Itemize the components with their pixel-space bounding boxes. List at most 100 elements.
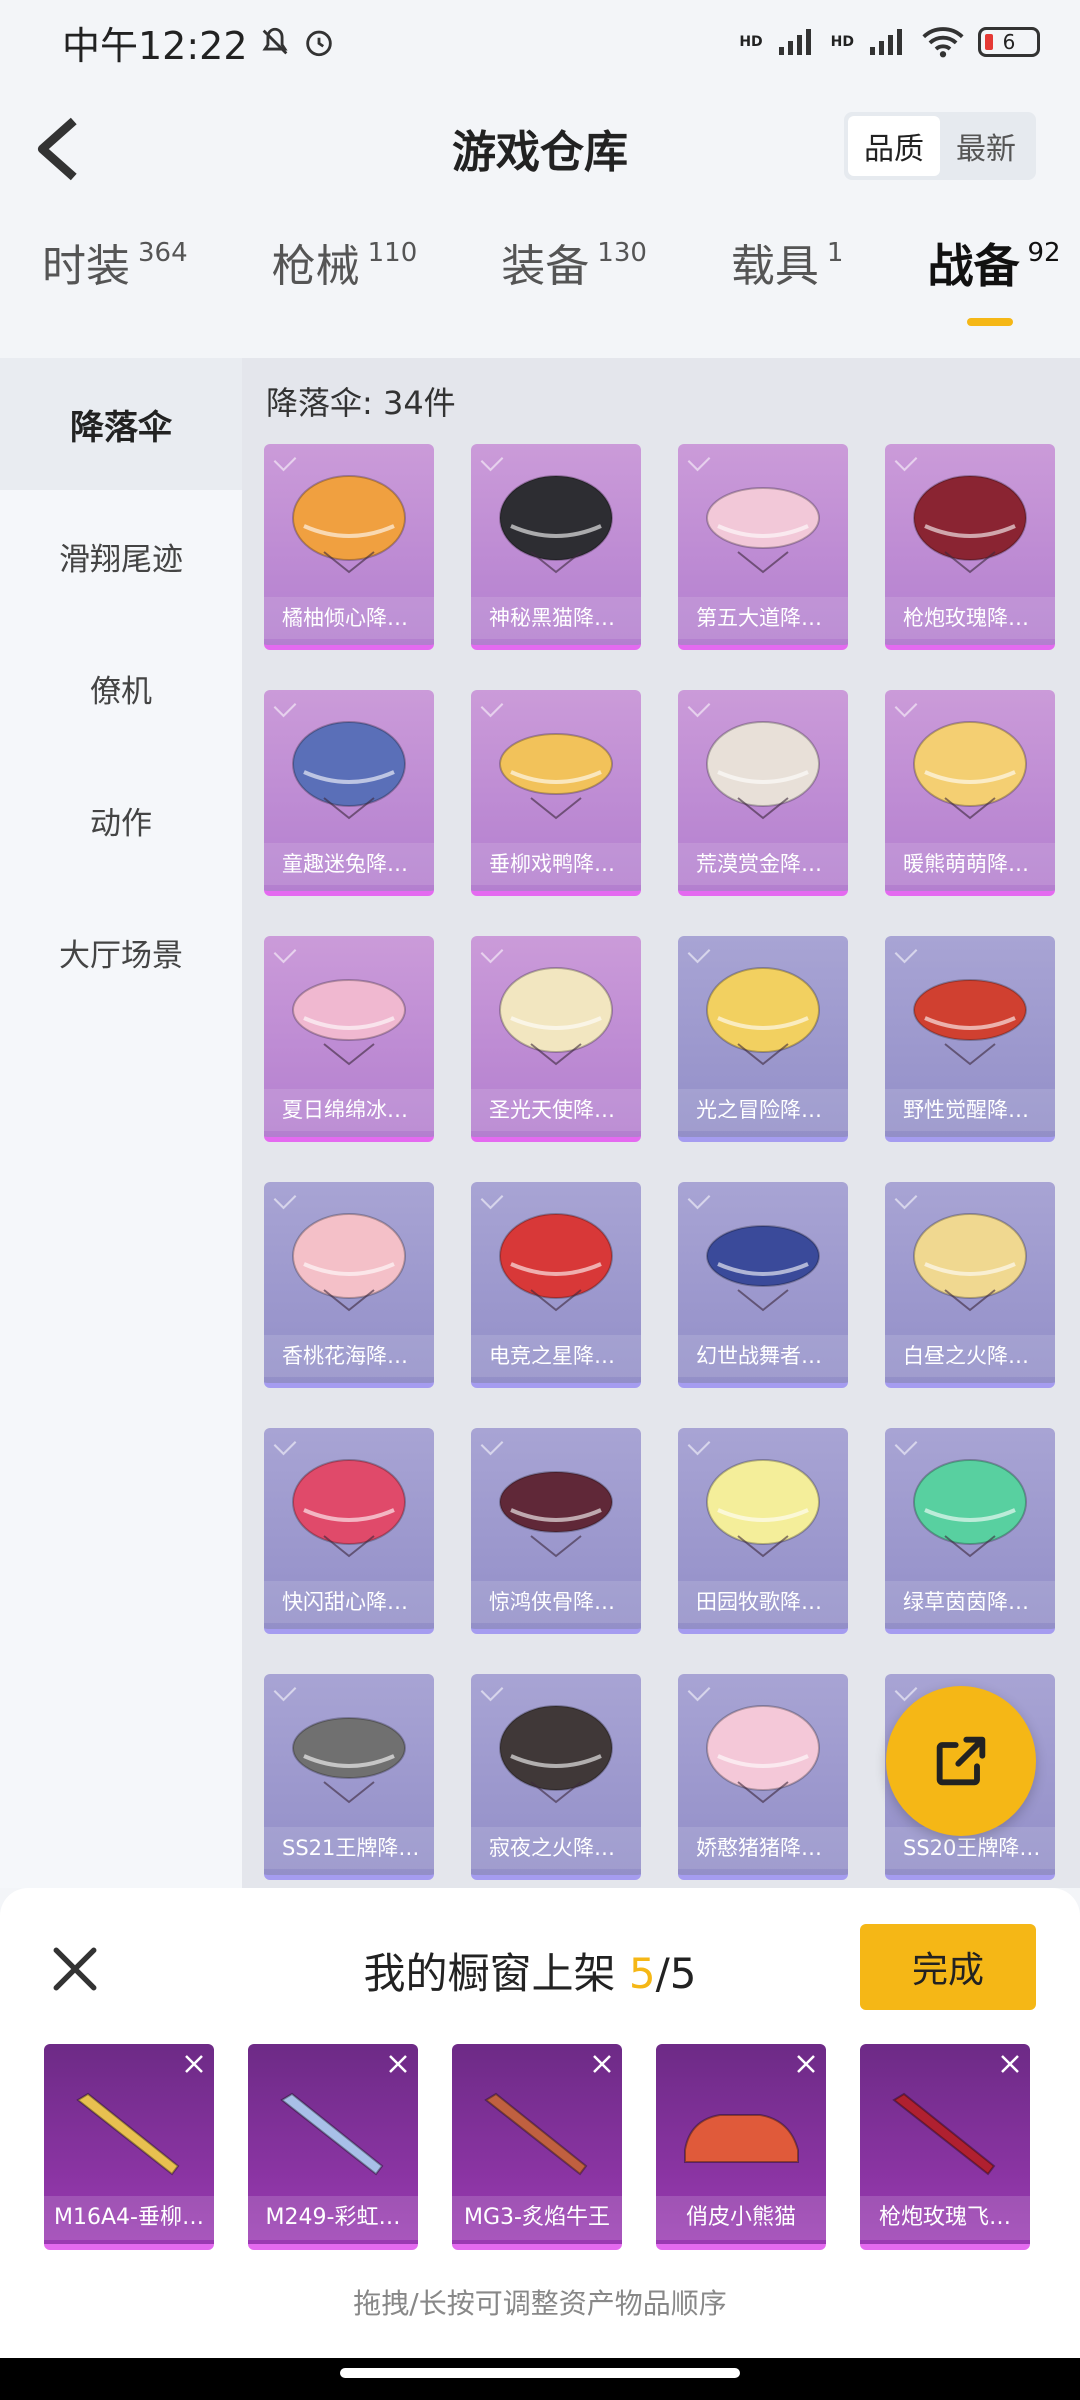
item-count-heading: 降落伞: 34件 <box>266 384 456 422</box>
vehicle-icon <box>684 2114 799 2163</box>
battery-indicator: 6 <box>978 27 1040 57</box>
check-icon <box>273 448 297 472</box>
parachute-icon <box>499 1705 613 1804</box>
parachute-icon <box>292 1717 406 1804</box>
parachute-card[interactable]: 绿草茵茵降… <box>885 1428 1055 1634</box>
category-tabs: 时装 364 枪械 110 装备 130 载具 1 战备 92 <box>0 230 1080 340</box>
sidebar-item-parachute[interactable]: 降落伞 <box>0 358 242 490</box>
sort-latest-button[interactable]: 最新 <box>940 116 1032 176</box>
parachute-card-label: 白昼之火降… <box>885 1335 1055 1377</box>
parachute-icon <box>499 733 613 820</box>
parachute-icon <box>499 1213 613 1312</box>
check-icon <box>687 1678 711 1702</box>
parachute-card[interactable]: 荒漠赏金降… <box>678 690 848 896</box>
home-gesture-bar[interactable] <box>340 2368 740 2378</box>
parachute-icon <box>706 1225 820 1312</box>
parachute-icon <box>706 487 820 574</box>
parachute-card[interactable]: 香桃花海降… <box>264 1182 434 1388</box>
parachute-card-label: 香桃花海降… <box>264 1335 434 1377</box>
parachute-card-label: 第五大道降… <box>678 597 848 639</box>
check-icon <box>894 1186 918 1210</box>
showcase-item[interactable]: MG3-炙焰牛王 <box>452 2044 622 2250</box>
tab-equipment[interactable]: 装备 130 <box>501 230 647 294</box>
parachute-card-label: 暖熊萌萌降… <box>885 843 1055 885</box>
showcase-item[interactable]: 枪炮玫瑰飞… <box>860 2044 1030 2250</box>
parachute-card[interactable]: 娇憨猪猪降… <box>678 1674 848 1880</box>
showcase-item[interactable]: M16A4-垂柳… <box>44 2044 214 2250</box>
parachute-card[interactable]: 童趣迷兔降… <box>264 690 434 896</box>
check-icon <box>687 694 711 718</box>
status-time: 中午12:22 <box>62 23 248 68</box>
parachute-card-label: 电竞之星降… <box>471 1335 641 1377</box>
parachute-icon <box>499 1471 613 1558</box>
parachute-card[interactable]: 白昼之火降… <box>885 1182 1055 1388</box>
sidebar-item-emote[interactable]: 动作 <box>0 754 242 886</box>
item-grid-panel: 降落伞: 34件 橘柚倾心降… 神秘黑猫降… 第五大道降… 枪炮玫瑰降… 童趣迷兔降… 垂… <box>242 358 1080 1888</box>
parachute-card-label: 夏日绵绵冰… <box>264 1089 434 1131</box>
check-icon <box>273 1432 297 1456</box>
parachute-card-label: 神秘黑猫降… <box>471 597 641 639</box>
sidebar-item-lobby-scene[interactable]: 大厅场景 <box>0 886 242 1018</box>
parachute-card[interactable]: 圣光天使降… <box>471 936 641 1142</box>
parachute-icon <box>913 979 1027 1066</box>
showcase-total-count: /5 <box>655 1949 697 1998</box>
parachute-card[interactable]: SS21王牌降… <box>264 1674 434 1880</box>
parachute-card[interactable]: 野性觉醒降… <box>885 936 1055 1142</box>
tab-fashion[interactable]: 时装 364 <box>42 230 188 294</box>
parachute-card-label: 惊鸿侠骨降… <box>471 1581 641 1623</box>
parachute-card-label: 野性觉醒降… <box>885 1089 1055 1131</box>
parachute-icon <box>706 967 820 1066</box>
system-nav-bar <box>0 2358 1080 2400</box>
parachute-card[interactable]: 幻世战舞者… <box>678 1182 848 1388</box>
sort-toggle: 品质 最新 <box>844 112 1036 180</box>
done-button[interactable]: 完成 <box>860 1924 1036 2010</box>
parachute-card-label: 幻世战舞者… <box>678 1335 848 1377</box>
sidebar-item-wingman[interactable]: 僚机 <box>0 622 242 754</box>
parachute-icon <box>292 721 406 820</box>
check-icon <box>687 448 711 472</box>
tab-vehicles[interactable]: 载具 1 <box>731 230 844 294</box>
showcase-item-label: 枪炮玫瑰飞… <box>860 2196 1030 2240</box>
tab-combat-gear[interactable]: 战备 92 <box>927 230 1061 326</box>
parachute-card[interactable]: 田园牧歌降… <box>678 1428 848 1634</box>
showcase-items: M16A4-垂柳… M249-彩虹… MG3-炙焰牛王 俏皮小熊猫 枪炮玫瑰飞… <box>44 2044 1030 2250</box>
check-icon <box>894 1678 918 1702</box>
parachute-card[interactable]: 垂柳戏鸭降… <box>471 690 641 896</box>
check-icon <box>480 1432 504 1456</box>
parachute-card[interactable]: 暖熊萌萌降… <box>885 690 1055 896</box>
parachute-card[interactable]: 电竞之星降… <box>471 1182 641 1388</box>
parachute-card[interactable]: 橘柚倾心降… <box>264 444 434 650</box>
showcase-item-label: MG3-炙焰牛王 <box>452 2196 622 2240</box>
parachute-card[interactable]: 枪炮玫瑰降… <box>885 444 1055 650</box>
parachute-card[interactable]: 夏日绵绵冰… <box>264 936 434 1142</box>
share-button[interactable] <box>886 1686 1036 1836</box>
parachute-card[interactable]: 光之冒险降… <box>678 936 848 1142</box>
sidebar-item-glide-trail[interactable]: 滑翔尾迹 <box>0 490 242 622</box>
parachute-icon <box>292 1459 406 1558</box>
parachute-icon <box>706 1459 820 1558</box>
check-icon <box>480 1678 504 1702</box>
item-grid: 橘柚倾心降… 神秘黑猫降… 第五大道降… 枪炮玫瑰降… 童趣迷兔降… 垂柳戏鸭降… 荒漠赏金… <box>264 444 1055 1880</box>
parachute-icon <box>913 1459 1027 1558</box>
sort-quality-button[interactable]: 品质 <box>848 116 940 176</box>
showcase-item[interactable]: M249-彩虹… <box>248 2044 418 2250</box>
parachute-card[interactable]: 第五大道降… <box>678 444 848 650</box>
parachute-icon <box>499 967 613 1066</box>
parachute-card-label: 橘柚倾心降… <box>264 597 434 639</box>
parachute-card-label: 垂柳戏鸭降… <box>471 843 641 885</box>
check-icon <box>894 448 918 472</box>
parachute-card-label: SS21王牌降… <box>264 1827 434 1869</box>
gun-icon <box>484 2092 588 2176</box>
showcase-item[interactable]: 俏皮小熊猫 <box>656 2044 826 2250</box>
check-icon <box>480 448 504 472</box>
tab-weapons[interactable]: 枪械 110 <box>272 230 418 294</box>
parachute-card[interactable]: 神秘黑猫降… <box>471 444 641 650</box>
parachute-icon <box>913 475 1027 574</box>
parachute-card[interactable]: 快闪甜心降… <box>264 1428 434 1634</box>
parachute-card[interactable]: 寂夜之火降… <box>471 1674 641 1880</box>
parachute-card-label: 田园牧歌降… <box>678 1581 848 1623</box>
check-icon <box>273 694 297 718</box>
parachute-icon <box>292 979 406 1066</box>
parachute-card[interactable]: 惊鸿侠骨降… <box>471 1428 641 1634</box>
parachute-icon <box>706 721 820 820</box>
